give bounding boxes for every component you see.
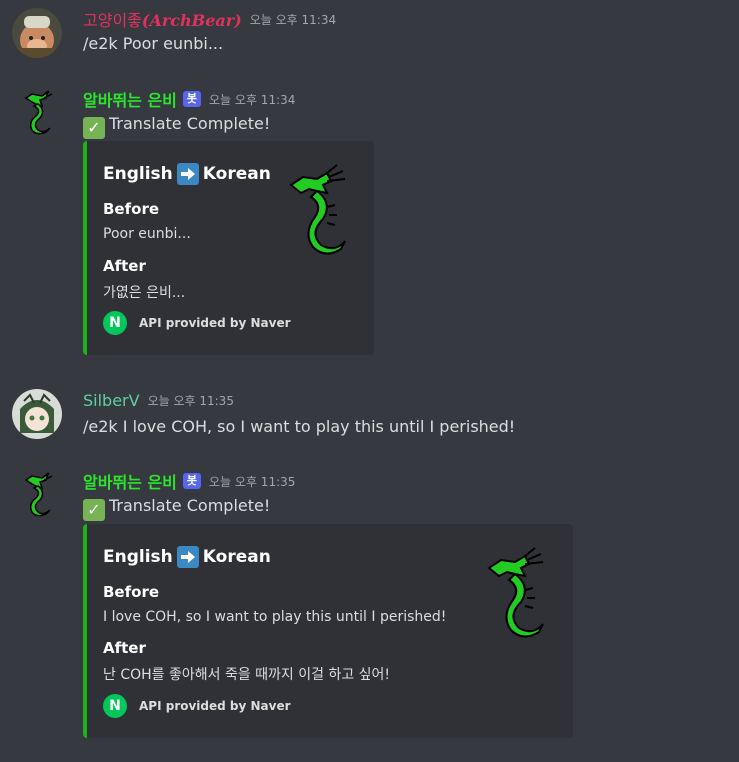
before-value: I love COH, so I want to play this until…	[103, 609, 447, 625]
message-text: /e2k Poor eunbi...	[83, 34, 224, 53]
translation-embed: English Korean Before I love COH, so I w…	[83, 524, 573, 738]
right-arrow-icon	[176, 546, 199, 568]
status-text: Translate Complete!	[109, 496, 271, 515]
message-silberv: SilberV 오늘 오후 11:35 /e2k I love COH, so …	[0, 389, 739, 444]
after-value: 난 COH를 좋아해서 죽을 때까지 이걸 하고 싶어!	[103, 667, 391, 683]
embed-title: English Korean	[103, 546, 271, 568]
bot-tag: 봇	[182, 91, 202, 107]
green-dragon-icon[interactable]	[485, 546, 551, 638]
target-language: Korean	[202, 164, 271, 184]
bot-tag: 봇	[182, 473, 202, 489]
message-header: SilberV 오늘 오후 11:35	[83, 389, 234, 411]
embed-footer: N API provided by Naver	[103, 694, 291, 718]
message-text: /e2k I love COH, so I want to play this …	[83, 417, 516, 436]
after-value: 가엾은 은비...	[103, 285, 186, 301]
after-label: After	[103, 639, 146, 657]
embed-title: English Korean	[103, 163, 271, 185]
check-mark-icon: ✓	[83, 117, 105, 139]
avatar-bot[interactable]	[12, 470, 62, 520]
check-mark-icon: ✓	[83, 499, 105, 521]
message-text: ✓ Translate Complete!	[83, 496, 270, 521]
green-dragon-icon	[24, 471, 53, 517]
message-archbear: 고양이좋(ArchBear) 오늘 오후 11:34 /e2k Poor eun…	[0, 8, 739, 63]
username-silberv[interactable]: SilberV	[83, 391, 140, 410]
status-text: Translate Complete!	[109, 114, 271, 133]
avatar-silberv[interactable]	[12, 389, 62, 439]
avatar-archbear[interactable]	[12, 8, 62, 58]
timestamp: 오늘 오후 11:34	[209, 92, 296, 107]
before-label: Before	[103, 583, 160, 601]
message-header: 알바뛰는 은비 봇 오늘 오후 11:35	[83, 470, 295, 492]
timestamp: 오늘 오후 11:35	[209, 474, 296, 489]
message-header: 고양이좋(ArchBear) 오늘 오후 11:34	[83, 8, 336, 30]
before-label: Before	[103, 200, 160, 218]
avatar-bot[interactable]	[12, 88, 62, 138]
username-archbear[interactable]: 고양이좋(ArchBear)	[83, 7, 242, 31]
source-language: English	[103, 164, 173, 184]
footer-text: API provided by Naver	[139, 699, 291, 713]
naver-logo-icon: N	[103, 694, 127, 718]
username-bot[interactable]: 알바뛰는 은비	[83, 87, 177, 111]
naver-logo-icon: N	[103, 311, 127, 335]
message-text: ✓ Translate Complete!	[83, 114, 270, 139]
timestamp: 오늘 오후 11:35	[147, 393, 234, 408]
source-language: English	[103, 547, 173, 567]
green-dragon-icon[interactable]	[287, 163, 353, 255]
message-header: 알바뛰는 은비 봇 오늘 오후 11:34	[83, 88, 295, 110]
after-label: After	[103, 257, 146, 275]
before-value: Poor eunbi...	[103, 226, 191, 242]
green-dragon-icon	[24, 89, 53, 135]
translation-embed: English Korean Before Poor eunbi... Afte…	[83, 141, 374, 355]
username-bot[interactable]: 알바뛰는 은비	[83, 469, 177, 493]
footer-text: API provided by Naver	[139, 316, 291, 330]
target-language: Korean	[202, 547, 271, 567]
right-arrow-icon	[176, 163, 199, 185]
embed-footer: N API provided by Naver	[103, 311, 291, 335]
chat-messages: 고양이좋(ArchBear) 오늘 오후 11:34 /e2k Poor eun…	[0, 0, 739, 762]
timestamp: 오늘 오후 11:34	[249, 12, 337, 27]
